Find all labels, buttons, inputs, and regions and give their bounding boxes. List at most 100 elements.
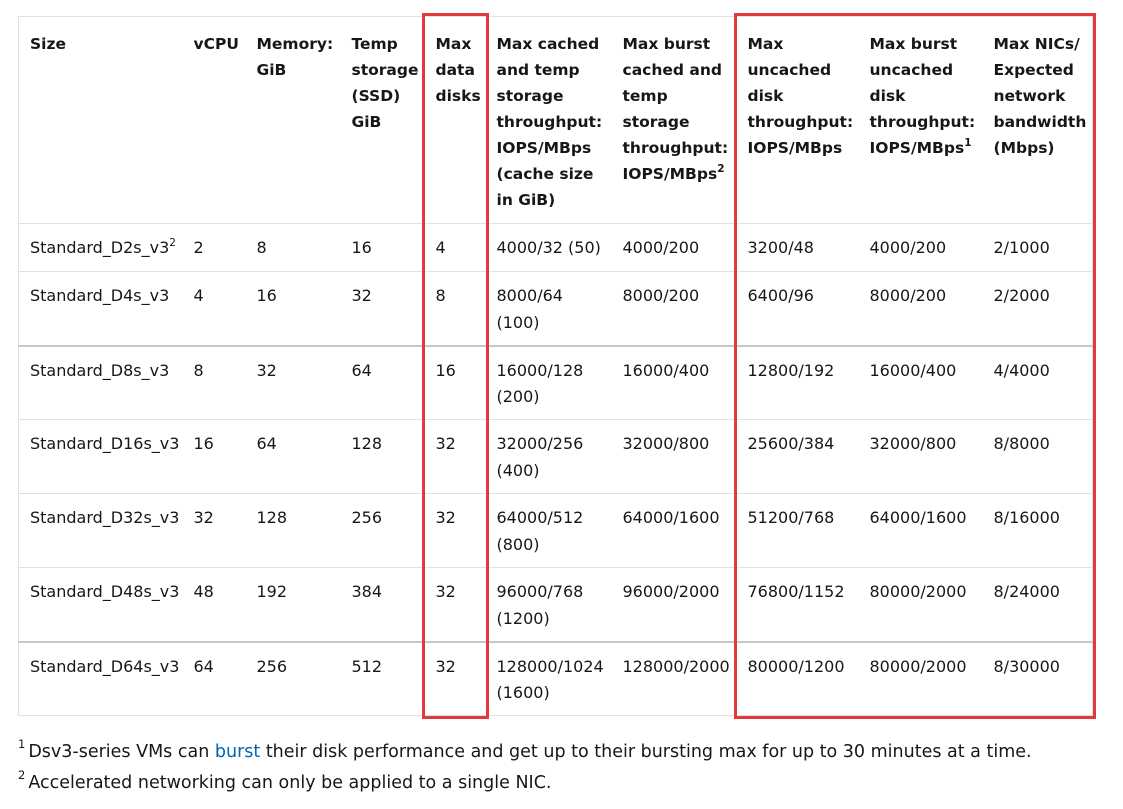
table-row: Standard_D64s_v3 64 256 512 32 128000/1024 (1…	[18, 641, 1093, 716]
cell-max-cached-throughput-value: 96000/768 (1200)	[496, 582, 584, 628]
cell-max-data-disks: 16	[424, 345, 486, 420]
cell-max-burst-uncached-throughput-value: 64000/1600	[869, 508, 967, 527]
cell-max-uncached-throughput-value: 25600/384	[747, 434, 835, 453]
header-max-burst-uncached-throughput: Max burst uncached disk throughput: IOPS…	[858, 16, 983, 224]
cell-vcpu-value: 64	[193, 656, 214, 676]
cell-max-uncached-throughput-value: 80000/1200	[747, 656, 845, 676]
cell-max-uncached-throughput: 6400/96	[736, 271, 859, 347]
cell-max-burst-cached-throughput-value: 16000/400	[622, 360, 710, 380]
cell-max-cached-throughput-value: 16000/128 (200)	[496, 360, 584, 407]
cell-size: Standard_D48s_v3	[18, 567, 183, 643]
cell-size: Standard_D32s_v3	[18, 493, 183, 568]
cell-max-burst-cached-throughput: 8000/200	[611, 271, 737, 347]
cell-temp-storage: 384	[340, 567, 425, 643]
cell-temp-storage: 16	[340, 223, 425, 272]
cell-vcpu: 4	[182, 271, 246, 347]
footnote-ref-2: 2	[717, 162, 725, 175]
cell-max-data-disks-value: 32	[435, 508, 456, 527]
cell-max-nics-bandwidth-value: 2/1000	[993, 238, 1050, 257]
cell-memory-value: 16	[256, 286, 277, 305]
cell-max-burst-uncached-throughput-value: 8000/200	[869, 286, 947, 305]
cell-max-uncached-throughput-value: 6400/96	[747, 286, 814, 305]
cell-size-value: Standard_D8s_v3	[30, 360, 170, 380]
cell-max-uncached-throughput-value: 76800/1152	[747, 582, 845, 601]
burst-link[interactable]: burst	[215, 742, 260, 762]
cell-max-cached-throughput: 4000/32 (50)	[485, 223, 612, 272]
footnote-1-marker: 1	[18, 737, 26, 752]
cell-max-data-disks: 32	[424, 493, 486, 568]
cell-size-value: Standard_D32s_v3	[30, 508, 180, 527]
cell-temp-storage-value: 32	[351, 286, 372, 305]
footnote-1: 1 Dsv3-series VMs can burst their disk pe…	[18, 737, 1032, 768]
cell-size: Standard_D4s_v3	[18, 271, 183, 347]
cell-size-value: Standard_D4s_v3	[30, 286, 170, 305]
cell-max-nics-bandwidth-value: 8/16000	[993, 508, 1060, 527]
cell-max-data-disks: 32	[424, 641, 486, 716]
cell-max-uncached-throughput: 80000/1200	[736, 641, 859, 716]
cell-max-uncached-throughput-value: 51200/768	[747, 508, 835, 527]
cell-vcpu: 48	[182, 567, 246, 643]
table-row: Standard_D4s_v3 4 16 32 8 8000/64 (100) 8000/2…	[18, 271, 1093, 347]
cell-temp-storage-value: 384	[351, 582, 383, 601]
cell-memory-value: 256	[256, 656, 288, 676]
cell-max-nics-bandwidth-value: 8/8000	[993, 434, 1050, 453]
cell-max-nics-bandwidth: 8/16000	[982, 493, 1093, 568]
cell-max-nics-bandwidth: 2/2000	[982, 271, 1093, 347]
cell-vcpu-value: 16	[193, 434, 214, 453]
cell-max-burst-cached-throughput-value: 4000/200	[622, 238, 700, 257]
cell-max-cached-throughput: 64000/512 (800)	[485, 493, 612, 568]
cell-max-cached-throughput-value: 4000/32 (50)	[496, 238, 601, 257]
cell-max-burst-uncached-throughput: 32000/800	[858, 419, 983, 494]
cell-max-burst-cached-throughput-value: 96000/2000	[622, 582, 720, 601]
cell-max-cached-throughput-value: 32000/256 (400)	[496, 434, 584, 480]
cell-vcpu-value: 8	[193, 360, 204, 380]
table-row: Standard_D48s_v3 48 192 384 32 96000/768 (120…	[18, 567, 1093, 643]
cell-temp-storage: 32	[340, 271, 425, 347]
header-max-burst-cached-throughput: Max burst cached and temp storage throug…	[611, 16, 737, 224]
cell-max-burst-uncached-throughput: 64000/1600	[858, 493, 983, 568]
cell-max-burst-uncached-throughput-value: 16000/400	[869, 360, 957, 380]
cell-max-burst-uncached-throughput: 4000/200	[858, 223, 983, 272]
cell-max-cached-throughput: 96000/768 (1200)	[485, 567, 612, 643]
cell-memory-value: 128	[256, 508, 288, 527]
cell-max-burst-cached-throughput-value: 64000/1600	[622, 508, 720, 527]
cell-max-uncached-throughput: 51200/768	[736, 493, 859, 568]
footnote-1-text-start: Dsv3-series VMs can	[28, 742, 215, 762]
table-row: Standard_D2s_v32 2 8 16 4 4000/32 (50) 4000/20…	[18, 223, 1093, 272]
footnote-2-marker: 2	[18, 768, 26, 783]
cell-max-nics-bandwidth: 4/4000	[982, 345, 1093, 420]
cell-max-burst-cached-throughput: 16000/400	[611, 345, 737, 420]
cell-temp-storage: 256	[340, 493, 425, 568]
cell-max-nics-bandwidth-value: 2/2000	[993, 286, 1050, 305]
cell-size: Standard_D16s_v3	[18, 419, 183, 494]
cell-max-cached-throughput: 32000/256 (400)	[485, 419, 612, 494]
cell-max-data-disks-value: 32	[435, 656, 456, 676]
cell-size: Standard_D64s_v3	[18, 641, 183, 716]
header-max-nics-bandwidth: Max NICs/ Expected network bandwidth (Mb…	[982, 16, 1093, 224]
cell-max-data-disks: 32	[424, 419, 486, 494]
cell-max-uncached-throughput: 3200/48	[736, 223, 859, 272]
table-row: Standard_D32s_v3 32 128 256 32 64000/512 (800…	[18, 493, 1093, 568]
cell-max-burst-uncached-throughput: 80000/2000	[858, 641, 983, 716]
cell-memory: 16	[245, 271, 341, 347]
cell-max-burst-cached-throughput-value: 32000/800	[622, 434, 710, 453]
footnote-2-text: Accelerated networking can only be appli…	[28, 773, 552, 793]
cell-max-data-disks-value: 8	[435, 286, 446, 305]
cell-size: Standard_D2s_v32	[18, 223, 183, 272]
cell-temp-storage-value: 16	[351, 238, 372, 257]
cell-size: Standard_D8s_v3	[18, 345, 183, 420]
cell-size-value: Standard_D48s_v3	[30, 582, 180, 601]
cell-vcpu-value: 4	[193, 286, 204, 305]
cell-max-uncached-throughput-value: 3200/48	[747, 238, 814, 257]
footnote-ref-2: 2	[169, 236, 176, 249]
cell-max-nics-bandwidth: 2/1000	[982, 223, 1093, 272]
cell-max-burst-cached-throughput: 64000/1600	[611, 493, 737, 568]
cell-temp-storage: 512	[340, 641, 425, 716]
cell-max-burst-cached-throughput: 96000/2000	[611, 567, 737, 643]
cell-memory-value: 8	[256, 238, 267, 257]
cell-memory-value: 32	[256, 360, 277, 380]
header-vcpu: vCPU	[182, 16, 246, 224]
cell-max-burst-uncached-throughput-value: 4000/200	[869, 238, 947, 257]
cell-max-data-disks-value: 16	[435, 360, 456, 380]
cell-max-cached-throughput-value: 128000/1024 (1600)	[496, 656, 604, 703]
